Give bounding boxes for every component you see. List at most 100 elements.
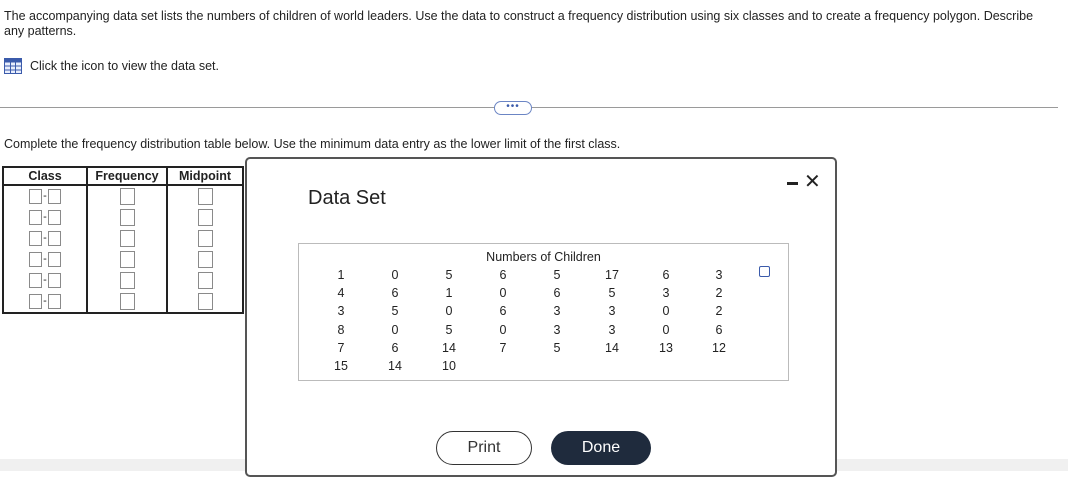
- class-upper-input[interactable]: [48, 272, 61, 288]
- data-value: 12: [712, 340, 726, 355]
- frequency-table: Class Frequency Midpoint ------: [2, 166, 244, 314]
- data-value: 6: [499, 304, 507, 319]
- frequency-input[interactable]: [119, 187, 135, 205]
- question-text: The accompanying data set lists the numb…: [4, 9, 1034, 38]
- data-value: 14: [388, 359, 402, 373]
- data-value: 0: [391, 322, 399, 337]
- data-value: 14: [605, 340, 619, 355]
- midpoint-input[interactable]: [197, 208, 213, 226]
- frequency-input[interactable]: [119, 250, 135, 268]
- midpoint-cell: [166, 185, 244, 207]
- frequency-cell: [86, 249, 168, 270]
- data-value: 3: [337, 304, 345, 319]
- data-value: 0: [391, 268, 399, 282]
- table-row: -: [2, 249, 244, 270]
- data-value: 4: [337, 286, 345, 301]
- frequency-input[interactable]: [119, 292, 135, 310]
- class-lower-input[interactable]: [29, 209, 42, 225]
- midpoint-cell: [166, 207, 244, 228]
- data-value: 3: [553, 304, 561, 319]
- data-value: 15: [334, 359, 348, 373]
- data-value: 2: [715, 304, 723, 319]
- class-upper-input[interactable]: [48, 230, 61, 246]
- data-value: 17: [605, 268, 619, 282]
- midpoint-cell: [166, 228, 244, 249]
- dataset-link-label[interactable]: Click the icon to view the data set.: [30, 59, 219, 73]
- data-table-title: Numbers of Children: [486, 250, 601, 264]
- class-upper-input[interactable]: [48, 188, 61, 204]
- data-value: 0: [499, 286, 507, 301]
- frequency-cell: [86, 207, 168, 228]
- data-value: 3: [662, 286, 670, 301]
- class-cell: -: [2, 270, 88, 291]
- copy-icon[interactable]: [759, 266, 770, 277]
- class-lower-input[interactable]: [29, 272, 42, 288]
- class-cell: -: [2, 207, 88, 228]
- class-lower-input[interactable]: [29, 188, 42, 204]
- data-value: 6: [499, 268, 507, 282]
- data-value: 0: [662, 322, 670, 337]
- more-button[interactable]: •••: [494, 101, 532, 115]
- class-cell: -: [2, 228, 88, 249]
- frequency-cell: [86, 270, 168, 291]
- data-value: 3: [553, 322, 561, 337]
- frequency-input[interactable]: [119, 229, 135, 247]
- midpoint-input[interactable]: [197, 271, 213, 289]
- class-lower-input[interactable]: [29, 293, 42, 309]
- data-value: 2: [715, 286, 723, 301]
- data-value: 5: [391, 304, 399, 319]
- class-cell: -: [2, 249, 88, 270]
- data-value: 3: [715, 268, 723, 282]
- table-icon[interactable]: [4, 58, 22, 74]
- data-value: 6: [553, 286, 561, 301]
- dataset-link[interactable]: Click the icon to view the data set.: [4, 58, 219, 74]
- class-upper-input[interactable]: [48, 209, 61, 225]
- data-set-dialog: Data Set ✕ Numbers of Children 1 4 3 8 7 15 0 6…: [245, 157, 837, 477]
- midpoint-cell: [166, 291, 244, 314]
- data-value: 1: [445, 286, 453, 301]
- data-value: 8: [337, 322, 345, 337]
- frequency-cell: [86, 228, 168, 249]
- minimize-icon[interactable]: [787, 182, 798, 185]
- data-value: 6: [391, 340, 399, 355]
- data-value: 5: [553, 268, 561, 282]
- close-icon[interactable]: ✕: [804, 170, 821, 194]
- data-value: 6: [391, 286, 399, 301]
- data-value: 6: [662, 268, 670, 282]
- frequency-input[interactable]: [119, 271, 135, 289]
- done-button[interactable]: Done: [551, 431, 651, 465]
- data-value: 0: [662, 304, 670, 319]
- class-cell: -: [2, 291, 88, 314]
- print-button[interactable]: Print: [436, 431, 532, 465]
- data-value: 6: [715, 322, 723, 337]
- table-row: -: [2, 228, 244, 249]
- dialog-title: Data Set: [308, 187, 386, 209]
- data-value: 13: [659, 340, 673, 355]
- data-value: 14: [442, 340, 456, 355]
- midpoint-input[interactable]: [197, 187, 213, 205]
- table-row: -: [2, 207, 244, 228]
- data-value: 5: [445, 322, 453, 337]
- instruction-text: Complete the frequency distribution tabl…: [4, 137, 621, 151]
- midpoint-input[interactable]: [197, 229, 213, 247]
- data-value: 5: [445, 268, 453, 282]
- data-value: 3: [608, 322, 616, 337]
- class-lower-input[interactable]: [29, 251, 42, 267]
- midpoint-cell: [166, 249, 244, 270]
- midpoint-input[interactable]: [197, 292, 213, 310]
- class-cell: -: [2, 185, 88, 207]
- table-row: -: [2, 270, 244, 291]
- data-value: 10: [442, 359, 456, 373]
- data-value: 3: [608, 304, 616, 319]
- class-upper-input[interactable]: [48, 251, 61, 267]
- midpoint-input[interactable]: [197, 250, 213, 268]
- data-value: 7: [499, 340, 507, 355]
- data-value: 0: [499, 322, 507, 337]
- class-upper-input[interactable]: [48, 293, 61, 309]
- header-frequency: Frequency: [86, 166, 168, 186]
- class-lower-input[interactable]: [29, 230, 42, 246]
- midpoint-cell: [166, 270, 244, 291]
- frequency-cell: [86, 185, 168, 207]
- table-row: -: [2, 185, 244, 207]
- frequency-input[interactable]: [119, 208, 135, 226]
